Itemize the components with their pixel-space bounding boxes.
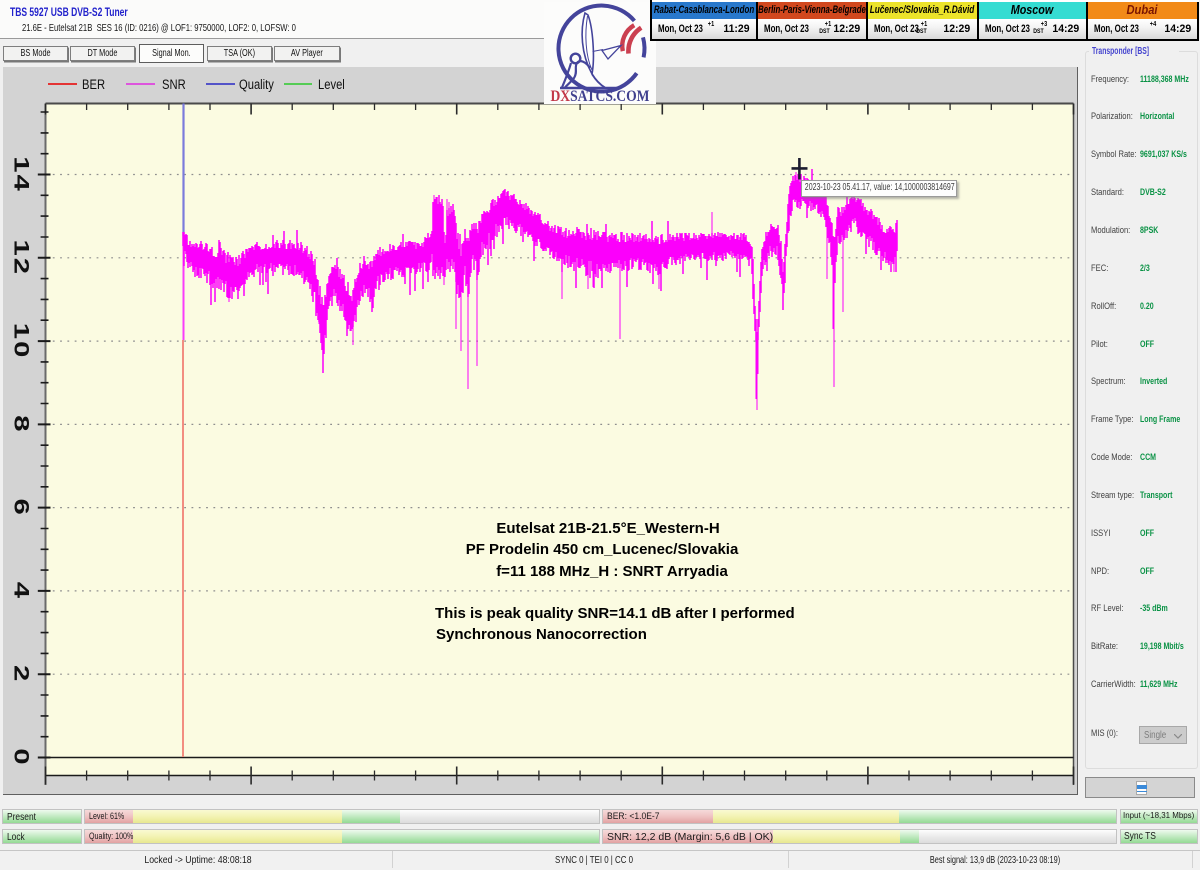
svg-text:6: 6	[9, 498, 32, 516]
svg-text:8: 8	[9, 415, 32, 433]
svg-text:14: 14	[9, 156, 32, 193]
svg-text:2: 2	[9, 665, 32, 683]
svg-text:4: 4	[9, 582, 32, 600]
svg-text:10: 10	[9, 323, 32, 360]
svg-text:0: 0	[9, 748, 32, 766]
svg-text:12: 12	[9, 239, 32, 276]
svg-text:DXSATCS.COM: DXSATCS.COM	[551, 88, 650, 104]
